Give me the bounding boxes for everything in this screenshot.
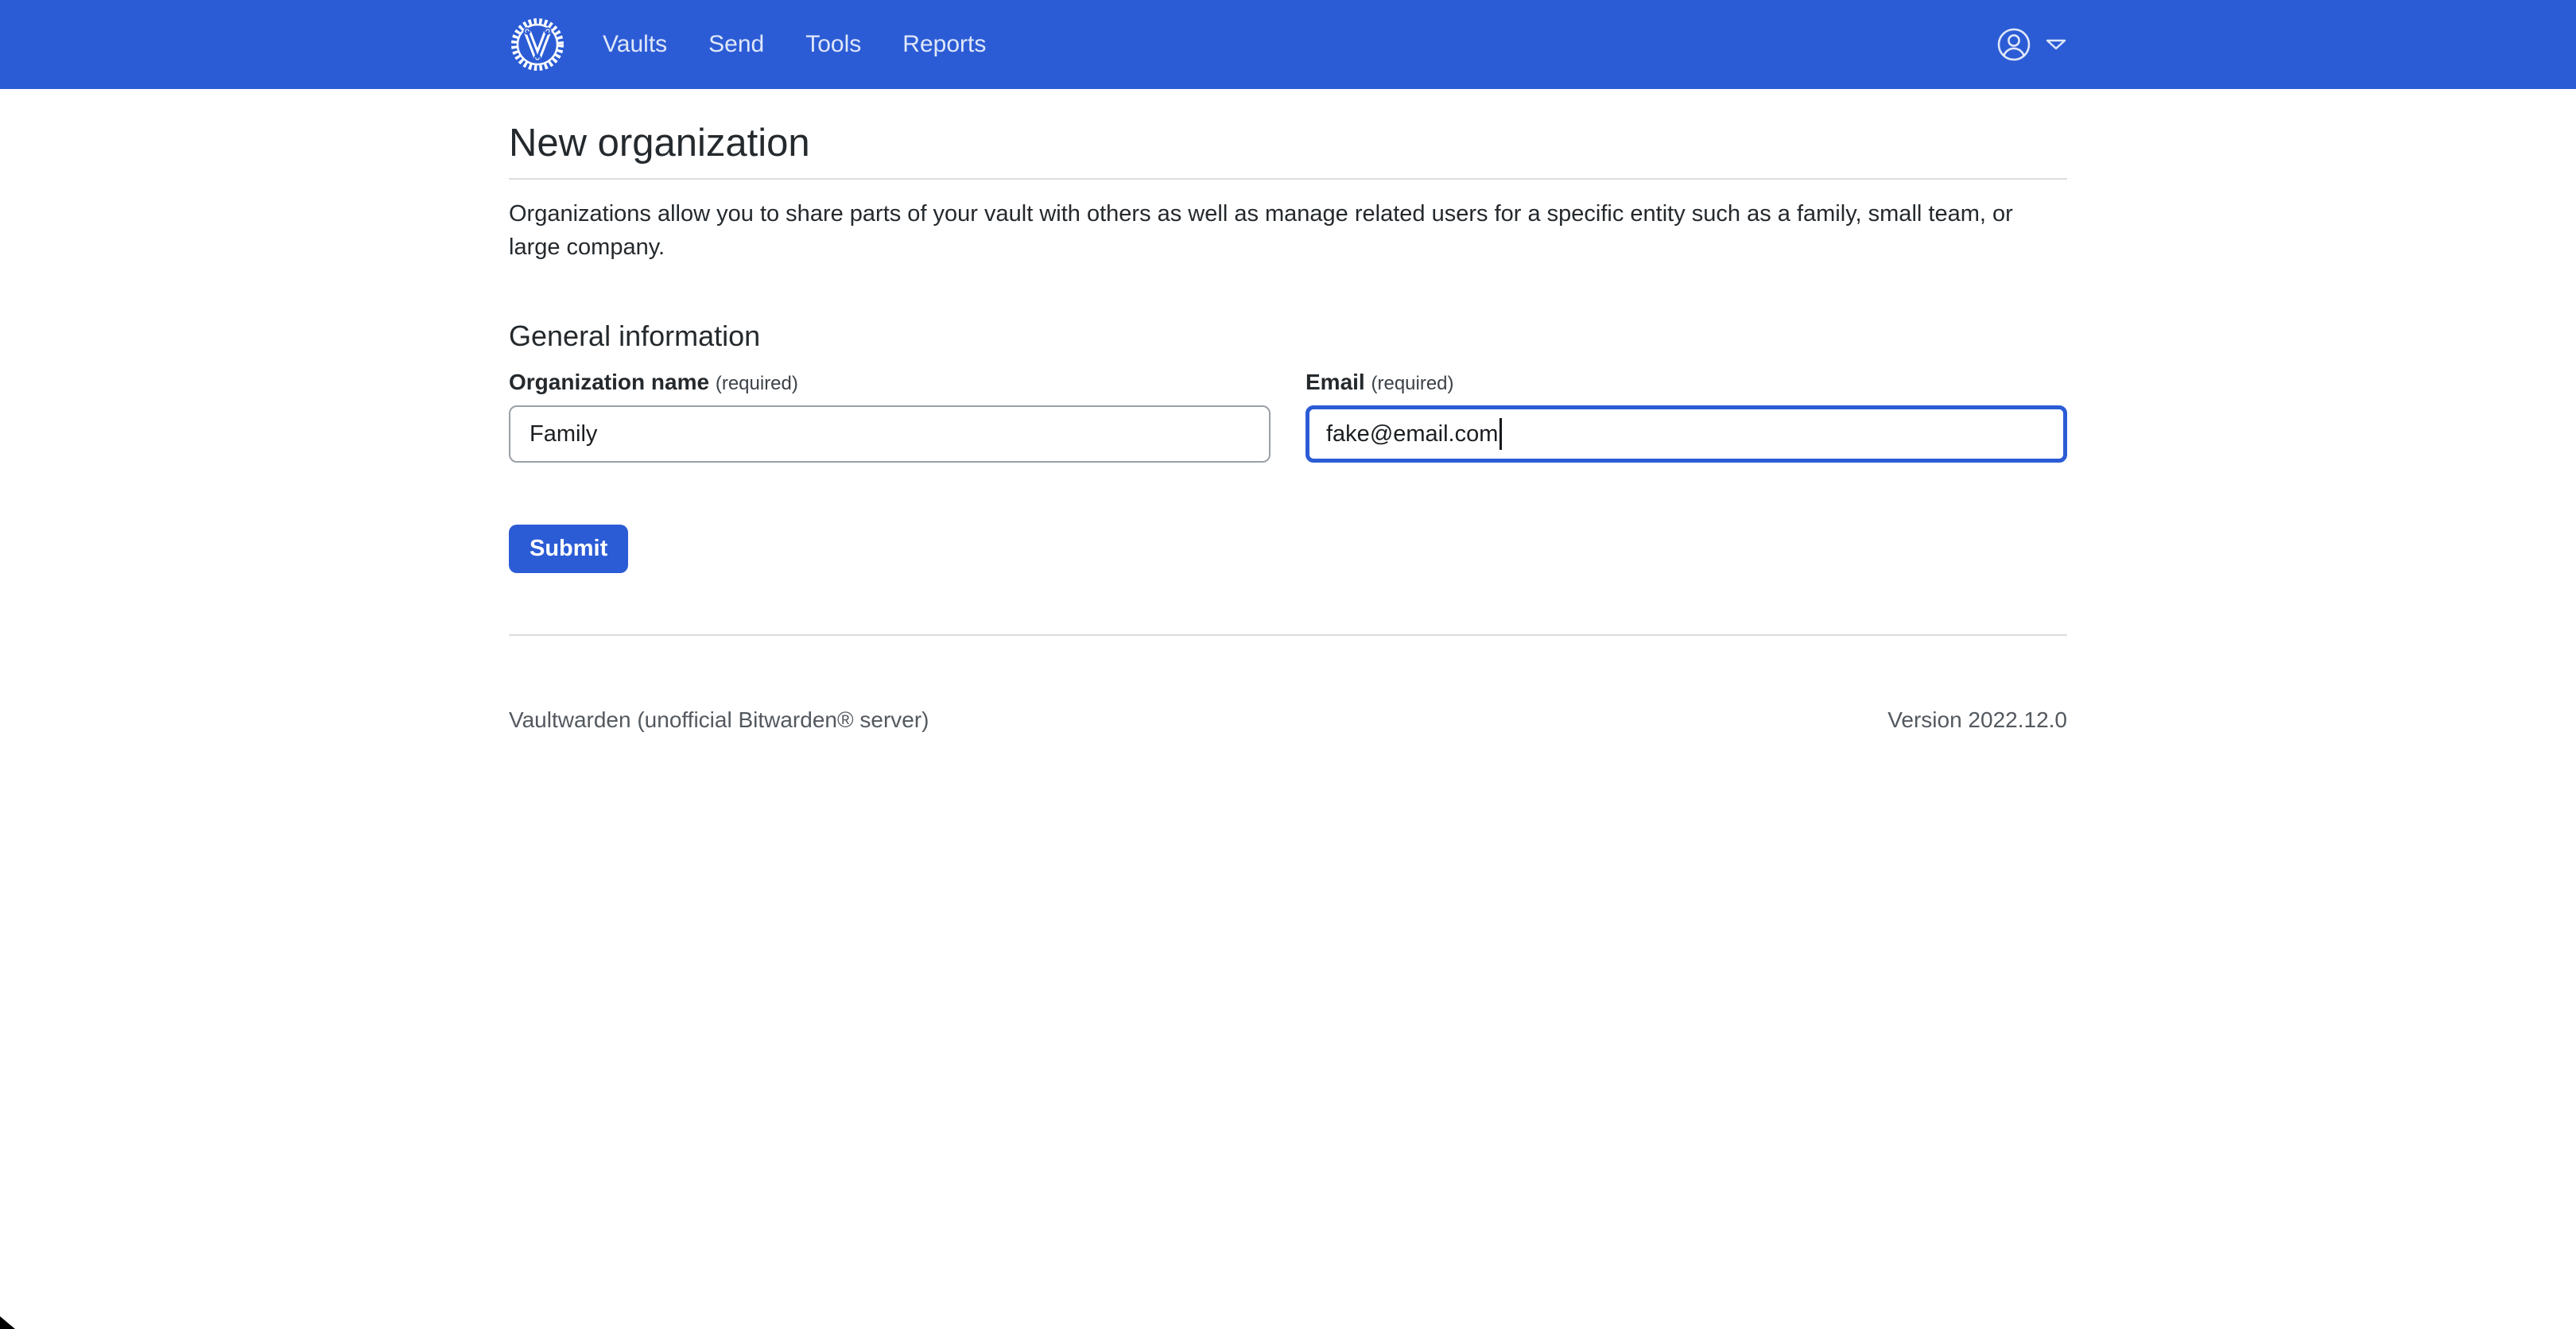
top-navbar: Vaults Send Tools Reports <box>0 0 2576 89</box>
email-required-hint: (required) <box>1371 373 1453 394</box>
cursor-artifact <box>0 1316 15 1329</box>
nav-link-vaults[interactable]: Vaults <box>603 31 667 57</box>
person-circle-icon <box>1997 28 2031 61</box>
nav-link-tools[interactable]: Tools <box>805 31 861 57</box>
email-input[interactable]: fake@email.com <box>1305 405 2067 463</box>
navbar-inner: Vaults Send Tools Reports <box>509 0 2067 89</box>
organization-name-input[interactable]: Family <box>509 405 1271 463</box>
navbar-links: Vaults Send Tools Reports <box>603 31 1027 58</box>
footer-version: Version 2022.12.0 <box>1887 707 2067 733</box>
vaultwarden-logo-icon <box>509 16 566 73</box>
organization-name-value: Family <box>530 421 597 448</box>
organization-name-label: Organization name (required) <box>509 369 1271 397</box>
nav-item-vaults[interactable]: Vaults <box>603 31 667 58</box>
email-value: fake@email.com <box>1326 421 1498 448</box>
nav-item-send[interactable]: Send <box>708 31 764 58</box>
email-label-text: Email <box>1305 370 1365 394</box>
footer-server-name: Vaultwarden (unofficial Bitwarden® serve… <box>509 707 929 733</box>
email-field-group: Email (required) fake@email.com <box>1305 369 2067 463</box>
vaultwarden-logo[interactable] <box>509 16 566 73</box>
page-title: New organization <box>509 121 2067 165</box>
submit-button[interactable]: Submit <box>509 525 628 573</box>
title-divider <box>509 178 2067 180</box>
organization-name-required-hint: (required) <box>716 373 798 394</box>
email-label: Email (required) <box>1305 369 2067 397</box>
organization-name-label-text: Organization name <box>509 370 709 394</box>
form-fields-row: Organization name (required) Family Emai… <box>509 369 2067 463</box>
text-caret <box>1499 418 1502 450</box>
nav-link-reports[interactable]: Reports <box>902 31 986 57</box>
footer-divider <box>509 634 2067 636</box>
account-menu-button[interactable] <box>1997 28 2067 61</box>
chevron-down-icon <box>2045 38 2067 51</box>
section-title-general-information: General information <box>509 320 2067 353</box>
page-description: Organizations allow you to share parts o… <box>509 197 2067 264</box>
nav-link-send[interactable]: Send <box>708 31 764 57</box>
organization-name-field-group: Organization name (required) Family <box>509 369 1271 463</box>
main-content: New organization Organizations allow you… <box>509 121 2067 733</box>
nav-item-reports[interactable]: Reports <box>902 31 986 58</box>
nav-item-tools[interactable]: Tools <box>805 31 861 58</box>
page-footer: Vaultwarden (unofficial Bitwarden® serve… <box>509 707 2067 733</box>
